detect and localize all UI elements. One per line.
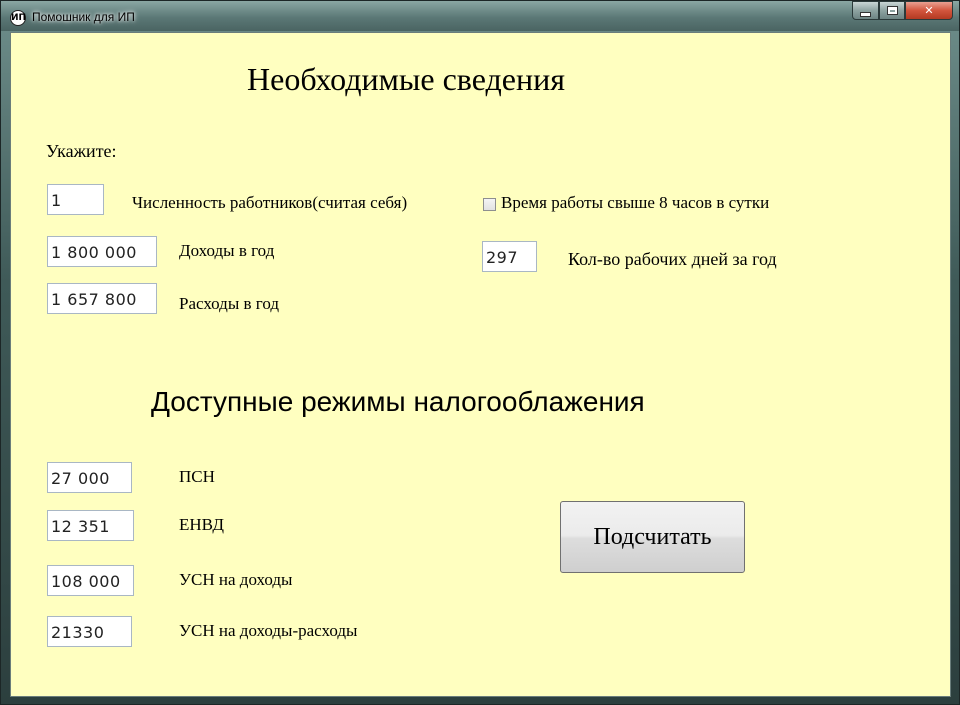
title-bar[interactable]: ИП Помошник для ИП ✕ <box>1 1 959 31</box>
overtime-checkbox-label[interactable]: Время работы свыше 8 часов в сутки <box>501 193 769 213</box>
calculate-button[interactable]: Подсчитать <box>560 501 745 573</box>
usn-income-label: УСН на доходы <box>179 570 293 589</box>
prompt-label: Укажите: <box>46 141 117 161</box>
workdays-label: Кол-во рабочих дней за год <box>568 249 777 269</box>
window-controls: ✕ <box>852 1 953 22</box>
envd-output[interactable]: 12 351 <box>47 510 134 541</box>
expenses-label: Расходы в год <box>179 294 279 313</box>
overtime-checkbox[interactable] <box>483 198 496 211</box>
usn-income-expense-label: УСН на доходы-расходы <box>179 621 358 640</box>
minimize-icon <box>860 11 871 17</box>
expenses-input[interactable]: 1 657 800 <box>47 283 157 314</box>
usn-income-output[interactable]: 108 000 <box>47 565 134 596</box>
minimize-button[interactable] <box>852 1 879 20</box>
close-icon: ✕ <box>924 4 934 17</box>
envd-label: ЕНВД <box>179 515 224 534</box>
close-button[interactable]: ✕ <box>905 1 953 20</box>
income-input[interactable]: 1 800 000 <box>47 236 157 267</box>
employees-label: Численность работников(считая себя) <box>132 193 408 212</box>
form-client-area: Необходимые сведения Укажите: 1 Численно… <box>10 32 951 697</box>
maximize-button[interactable] <box>879 1 905 20</box>
usn-income-expense-output[interactable]: 21330 <box>47 616 132 647</box>
employees-input[interactable]: 1 <box>47 184 104 215</box>
app-icon: ИП <box>10 10 26 26</box>
maximize-icon <box>887 7 897 14</box>
regimes-heading: Доступные режимы налогооблажения <box>151 386 645 417</box>
workdays-input[interactable]: 297 <box>482 241 537 272</box>
psn-label: ПСН <box>179 467 215 486</box>
income-label: Доходы в год <box>179 241 275 260</box>
app-window: ИП Помошник для ИП ✕ Необходимые сведени… <box>0 0 960 705</box>
window-title: Помошник для ИП <box>32 10 135 24</box>
psn-output[interactable]: 27 000 <box>47 462 132 493</box>
page-title: Необходимые сведения <box>247 61 565 97</box>
